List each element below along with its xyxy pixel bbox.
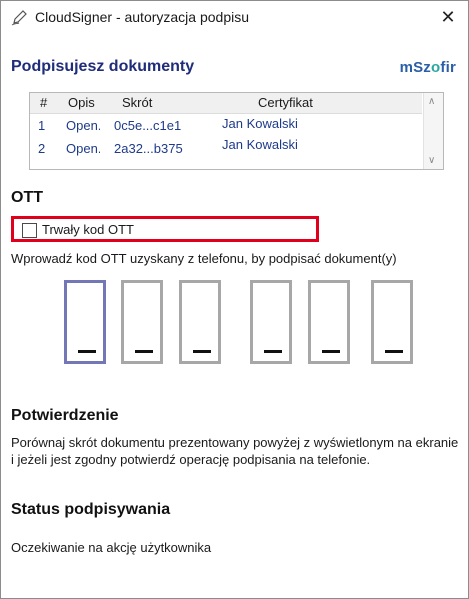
ott-digit-input[interactable]: [371, 280, 413, 364]
table-row[interactable]: 2 Open. 2a32...b375 Jan Kowalski: [30, 137, 422, 160]
close-button[interactable]: ✕: [428, 1, 468, 33]
ott-digit-input[interactable]: [179, 280, 221, 364]
column-header-skrot[interactable]: Skrót: [122, 95, 152, 110]
page-title: Podpisujesz dokumenty: [11, 58, 195, 75]
brand-logo: mSzofir: [400, 59, 456, 76]
ott-digit-input[interactable]: [250, 280, 292, 364]
permanent-ott-label[interactable]: Trwały kod OTT: [42, 222, 134, 237]
digit-underscore: [322, 350, 340, 353]
window-title: CloudSigner - autoryzacja podpisu: [35, 9, 250, 25]
ott-section-title: OTT: [11, 189, 43, 206]
signature-pen-icon: [11, 10, 27, 26]
digit-underscore: [385, 350, 403, 353]
table-header: # Opis Skrót Certyfikat: [30, 93, 422, 114]
row-skrot: 0c5e...c1e1: [114, 118, 182, 133]
column-header-opis[interactable]: Opis: [68, 95, 95, 110]
close-icon: ✕: [440, 6, 456, 27]
digit-underscore: [264, 350, 282, 353]
brand-logo-main: mSz: [399, 59, 432, 76]
ott-instruction: Wprowadź kod OTT uzyskany z telefonu, by…: [11, 251, 397, 266]
confirmation-text: Porównaj skrót dokumentu prezentowany po…: [11, 435, 459, 467]
digit-underscore: [193, 350, 211, 353]
permanent-ott-checkbox[interactable]: [22, 223, 37, 238]
ott-digit-input[interactable]: [308, 280, 350, 364]
row-opis: Open.: [66, 118, 100, 133]
row-number: 2: [38, 141, 46, 156]
digit-underscore: [135, 350, 153, 353]
permanent-ott-highlight: Trwały kod OTT: [11, 216, 319, 242]
column-header-certyfikat[interactable]: Certyfikat: [258, 95, 313, 110]
brand-logo-accent: o: [431, 59, 441, 76]
title-bar: CloudSigner - autoryzacja podpisu ✕: [1, 1, 468, 33]
status-text: Oczekiwanie na akcję użytkownika: [11, 540, 212, 555]
table-scrollbar[interactable]: ∧ ∨: [423, 93, 443, 169]
row-number: 1: [38, 118, 46, 133]
row-certyfikat: Jan Kowalski: [222, 116, 298, 131]
column-header-number[interactable]: #: [40, 95, 47, 110]
row-skrot: 2a32...b375: [114, 141, 183, 156]
scroll-down-icon[interactable]: ∨: [428, 155, 435, 166]
brand-logo-end: fir: [440, 59, 456, 76]
ott-digit-input[interactable]: [121, 280, 163, 364]
table-row[interactable]: 1 Open. 0c5e...c1e1 Jan Kowalski: [30, 115, 422, 137]
signing-dialog: CloudSigner - autoryzacja podpisu ✕ Podp…: [0, 0, 469, 599]
row-opis: Open.: [66, 141, 100, 156]
scroll-up-icon[interactable]: ∧: [428, 96, 435, 107]
status-title: Status podpisywania: [11, 501, 171, 518]
ott-digit-input[interactable]: [64, 280, 106, 364]
digit-underscore: [78, 350, 96, 353]
documents-table[interactable]: # Opis Skrót Certyfikat 1 Open. 0c5e...c…: [29, 92, 444, 170]
confirmation-title: Potwierdzenie: [11, 407, 119, 424]
row-certyfikat: Jan Kowalski: [222, 137, 298, 152]
